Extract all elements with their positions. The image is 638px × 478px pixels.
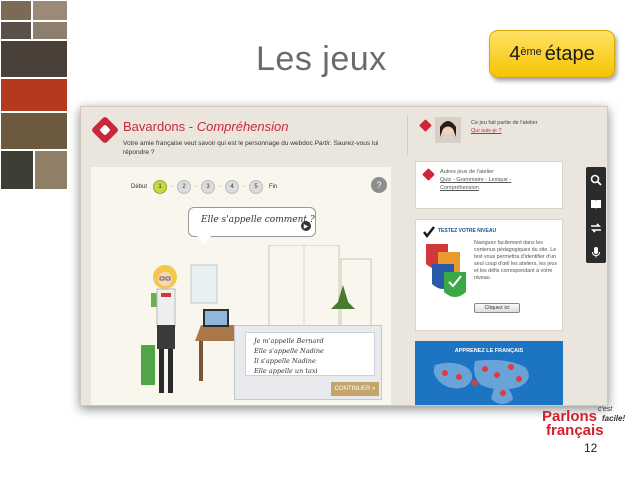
question-text: Elle s'appelle comment ? — [201, 215, 315, 225]
workshop-promo: Ce jeu fait partie de l'atelier Qui suis… — [415, 115, 563, 155]
answer-option[interactable]: Elle appelle un taxi — [254, 366, 366, 376]
app-screenshot: Bavardons - Compréhension Votre amie fra… — [80, 106, 608, 406]
step-superscript: ème — [520, 46, 542, 58]
check-icon — [423, 226, 435, 239]
progress-step-1[interactable]: 1 — [153, 180, 168, 194]
test-level-card: TESTEZ VOTRE NIVEAU Naviguez facilement … — [415, 219, 563, 331]
test-level-heading: TESTEZ VOTRE NIVEAU — [438, 228, 497, 234]
step-word: étape — [544, 42, 595, 65]
progress-step-5[interactable]: 5 — [249, 180, 264, 194]
learn-french-map[interactable]: APPRENEZ LE FRANÇAIS — [415, 341, 563, 405]
answer-option[interactable]: Il s'appelle Nadine — [254, 356, 366, 366]
other-games-card: Autres jeux de l'atelier Quiz - Grammair… — [415, 161, 563, 209]
logo-line-2: français — [546, 422, 604, 439]
photo-collage — [0, 0, 68, 190]
answer-option[interactable]: Je m'appelle Bernard — [254, 336, 366, 346]
map-title: APPRENEZ LE FRANÇAIS — [454, 348, 524, 354]
game-area: Début 1- 2- 3- 4- 5 Fin ? Elle s'appelle… — [91, 167, 391, 405]
cube-icon — [419, 119, 432, 132]
parlons-francais-logo: Parlons français c'est facile! — [542, 406, 632, 442]
promo-line: Ce jeu fait partie de l'atelier — [471, 120, 538, 126]
level-shields-icon — [426, 244, 466, 297]
progress-step-3[interactable]: 3 — [201, 180, 216, 194]
promo-link[interactable]: Qui suis-je ? — [471, 128, 502, 134]
search-icon[interactable] — [586, 169, 606, 191]
game-title: Bavardons - Compréhension — [123, 119, 288, 134]
step-ordinal: 4 — [509, 42, 521, 65]
progress-end: Fin — [269, 184, 278, 190]
avatar — [435, 117, 461, 143]
cube-icon — [422, 168, 435, 181]
play-audio-icon[interactable]: ▶ — [301, 221, 311, 231]
progress-step-4[interactable]: 4 — [225, 180, 240, 194]
slide: Les jeux 4 ème étape Bavardons - Compréhe… — [0, 0, 638, 478]
microphone-icon[interactable] — [586, 241, 606, 263]
desc-part-1: Votre amie française veut savoir qui est… — [123, 140, 315, 147]
world-map-icon — [433, 359, 529, 404]
other-games-title: Autres jeux de l'atelier — [440, 169, 494, 175]
divider — [407, 115, 408, 155]
game-description: Votre amie française veut savoir qui est… — [123, 139, 383, 157]
cube-icon — [90, 115, 120, 145]
book-icon[interactable] — [586, 193, 606, 215]
page-number: 12 — [584, 441, 598, 455]
progress-start: Début — [131, 184, 148, 190]
other-games-link[interactable]: Quiz - Grammaire - Lexique - Compréhensi… — [440, 176, 530, 192]
swap-icon[interactable] — [586, 217, 606, 239]
game-title-italic: Compréhension — [196, 119, 289, 134]
question-bubble: Elle s'appelle comment ? ▶ — [188, 207, 316, 245]
game-title-prefix: Bavardons - — [123, 119, 197, 134]
desc-italic: Partir — [314, 140, 331, 147]
answer-option[interactable]: Elle s'appelle Nadine — [254, 346, 366, 356]
slide-title: Les jeux — [256, 40, 387, 78]
progress-step-2[interactable]: 2 — [177, 180, 192, 194]
progress-steps: Début 1- 2- 3- 4- 5 Fin — [131, 179, 277, 195]
help-button[interactable]: ? — [371, 177, 387, 193]
logo-cest: c'est — [598, 406, 613, 413]
answer-list: Je m'appelle Bernard Elle s'appelle Nadi… — [245, 332, 375, 376]
cliquez-ici-button[interactable]: Cliquez ici — [474, 303, 520, 313]
side-toolbar — [586, 167, 606, 263]
logo-facile: facile! — [602, 414, 626, 423]
promo-text: Ce jeu fait partie de l'atelier Qui suis… — [471, 119, 537, 135]
continue-button[interactable]: CONTINUER » — [331, 382, 379, 396]
test-level-text: Naviguez facilement dans les contenus pé… — [474, 240, 558, 281]
answer-panel: Je m'appelle Bernard Elle s'appelle Nadi… — [234, 325, 382, 400]
step-badge: 4 ème étape — [489, 30, 615, 78]
